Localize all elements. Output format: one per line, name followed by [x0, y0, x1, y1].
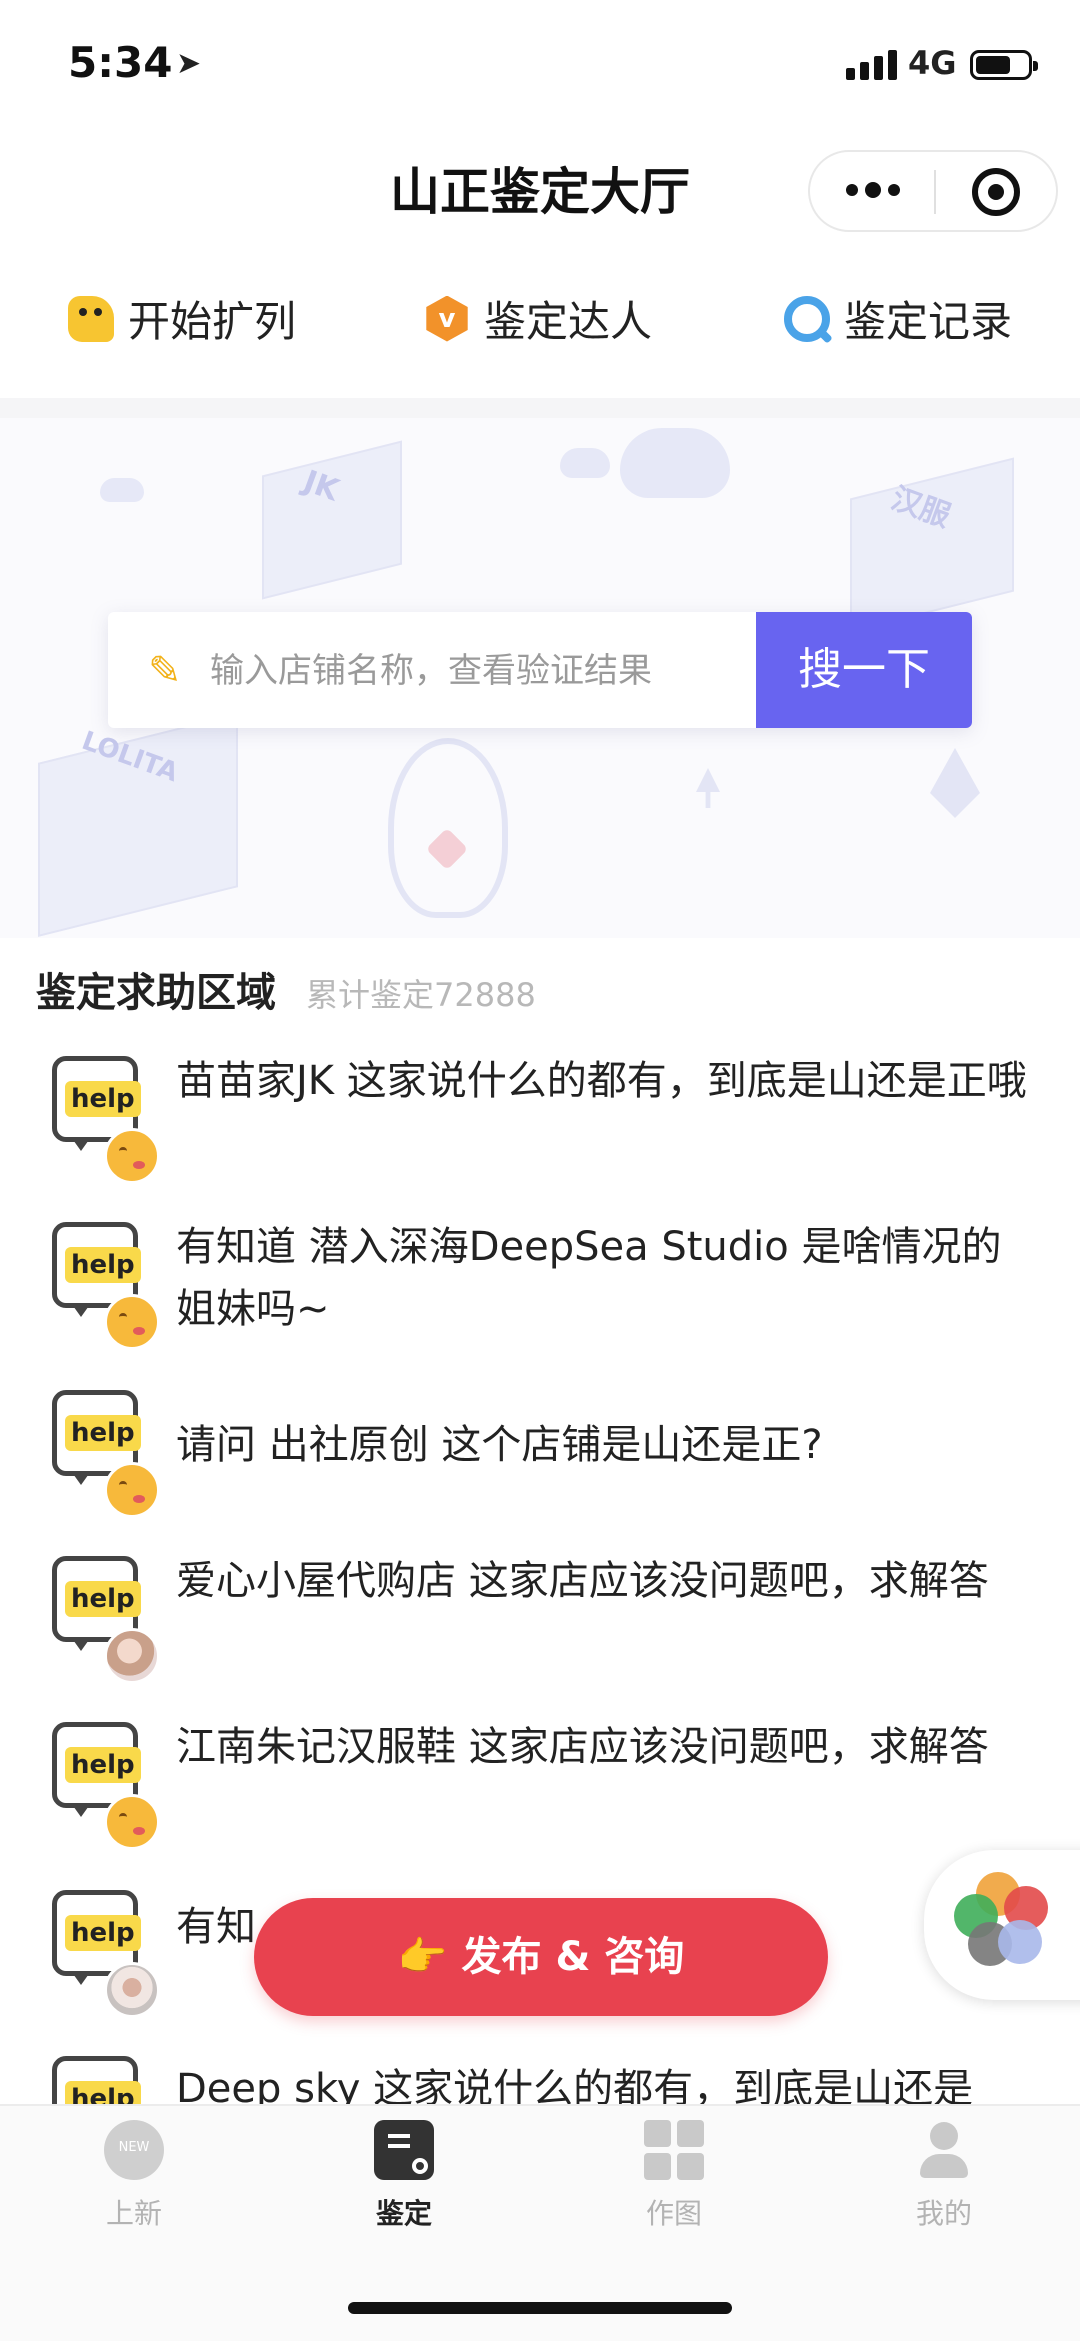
nav-bar: 山正鉴定大厅 [0, 130, 1080, 240]
jk-cube: JK [262, 440, 402, 600]
cloud-icon [100, 478, 144, 502]
signal-icon [846, 50, 897, 80]
shop-search-input[interactable] [208, 612, 752, 728]
appraisal-count: 累计鉴定72888 [306, 976, 536, 1014]
cube-label: JK [299, 463, 344, 509]
tab-label: 上新 [105, 2197, 162, 2230]
quick-item-experts[interactable]: v 鉴定达人 [424, 288, 652, 349]
tab-mine[interactable]: 我的 [844, 2120, 1044, 2232]
post-text: 爱心小屋代购店 这家店应该没问题吧，求解答 [176, 1558, 989, 1604]
tab-appraise[interactable]: 鉴定 [304, 2120, 504, 2232]
avatar [104, 1628, 160, 1684]
help-tag: help [65, 1915, 141, 1951]
help-tag: help [65, 1081, 141, 1117]
pencil-icon: ✎ [148, 648, 182, 694]
cloud-icon [620, 428, 730, 498]
quick-item-expand[interactable]: 开始扩列 [68, 288, 296, 349]
post-text: 苗苗家JK 这家说什么的都有，到底是山还是正哦 [176, 1058, 1027, 1104]
post-text: Deep sky 这家说什么的都有，到底是山还是 [176, 2066, 974, 2104]
grid-icon [644, 2120, 704, 2180]
list-item[interactable]: help 爱心小屋代购店 这家店应该没问题吧，求解答 [0, 1550, 1080, 1710]
tree-icon [696, 768, 720, 808]
post-text: 江南朱记汉服鞋 这家店应该没问题吧，求解答 [176, 1724, 989, 1770]
shop-search-box: ✎ 搜一下 [108, 612, 972, 728]
alarm-clock-icon: NEW [104, 2120, 164, 2180]
capsule-divider [934, 170, 936, 214]
battery-icon [970, 50, 1038, 80]
crystal-icon [930, 748, 980, 818]
avatar [104, 1294, 160, 1350]
cube-label: 汉服 [886, 481, 955, 535]
bird-icon [68, 295, 114, 342]
search-button[interactable]: 搜一下 [756, 612, 972, 728]
document-search-icon [374, 2120, 434, 2180]
network-type: 4G [908, 44, 957, 82]
list-item[interactable]: help Deep sky 这家说什么的都有，到底是山还是 [0, 2050, 1080, 2104]
tab-draw[interactable]: 作图 [574, 2120, 774, 2232]
list-item[interactable]: help 江南朱记汉服鞋 这家店应该没问题吧，求解答 [0, 1716, 1080, 1876]
teddy-bear-illustration [388, 738, 508, 918]
lolita-cube: LOLITA [38, 713, 238, 937]
heart-icon [425, 827, 469, 871]
help-section-header: 鉴定求助区域 累计鉴定72888 [36, 960, 536, 1018]
list-item[interactable]: help 苗苗家JK 这家说什么的都有，到底是山还是正哦 [0, 1050, 1080, 1210]
home-indicator [348, 2302, 732, 2314]
list-item[interactable]: help 请问 出社原创 这个店铺是山还是正? [0, 1384, 1080, 1544]
list-item[interactable]: help 有知道 潜入深海DeepSea Studio 是啥情况的姐妹吗~ [0, 1216, 1080, 1376]
search-ring-icon [784, 295, 830, 342]
hanfu-cube: 汉服 [850, 457, 1014, 633]
help-tag: help [65, 1747, 141, 1783]
location-arrow-icon: ➤ [176, 46, 202, 81]
cube-label: LOLITA [77, 725, 182, 789]
fab-label: 发布 & 咨询 [461, 1934, 685, 1980]
post-text: 有知道 潜入深海DeepSea Studio 是啥情况的姐妹吗~ [176, 1224, 1002, 1332]
tab-new[interactable]: NEW 上新 [34, 2120, 234, 2232]
section-divider [0, 398, 1080, 418]
tab-label: 作图 [645, 2197, 702, 2230]
floating-flower-button[interactable] [924, 1850, 1080, 2000]
mini-program-capsule [808, 150, 1058, 232]
status-bar: 5:34 ➤ 4G [0, 0, 1080, 130]
help-tag: help [65, 2081, 141, 2104]
avatar [104, 1128, 160, 1184]
v-badge-icon: v [426, 295, 468, 342]
user-icon [914, 2120, 974, 2180]
flower-icon [998, 1920, 1042, 1964]
help-tag: help [65, 1581, 141, 1617]
quick-item-label: 开始扩列 [128, 297, 297, 346]
quick-item-records[interactable]: 鉴定记录 [784, 288, 1012, 349]
pointing-hand-icon: 👉 [397, 1934, 448, 1980]
tab-label: 鉴定 [375, 2197, 432, 2230]
avatar [104, 1462, 160, 1518]
quick-menu: 开始扩列 v 鉴定达人 鉴定记录 [0, 288, 1080, 368]
help-tag: help [65, 1247, 141, 1283]
quick-item-label: 鉴定记录 [844, 297, 1013, 346]
new-badge: NEW [118, 2140, 150, 2155]
more-icon[interactable] [846, 182, 900, 198]
cloud-icon [560, 448, 610, 478]
help-tag: help [65, 1415, 141, 1451]
post-text: 请问 出社原创 这个店铺是山还是正? [176, 1422, 823, 1468]
close-target-icon[interactable] [972, 168, 1020, 216]
tab-label: 我的 [915, 2197, 972, 2230]
avatar [104, 1962, 160, 2018]
quick-item-label: 鉴定达人 [484, 297, 653, 346]
section-title: 鉴定求助区域 [36, 970, 276, 1016]
avatar [104, 1794, 160, 1850]
help-bubble-icon: help [52, 2056, 141, 2104]
status-time: 5:34 [68, 38, 173, 87]
publish-consult-button[interactable]: 👉 发布 & 咨询 [254, 1898, 828, 2016]
